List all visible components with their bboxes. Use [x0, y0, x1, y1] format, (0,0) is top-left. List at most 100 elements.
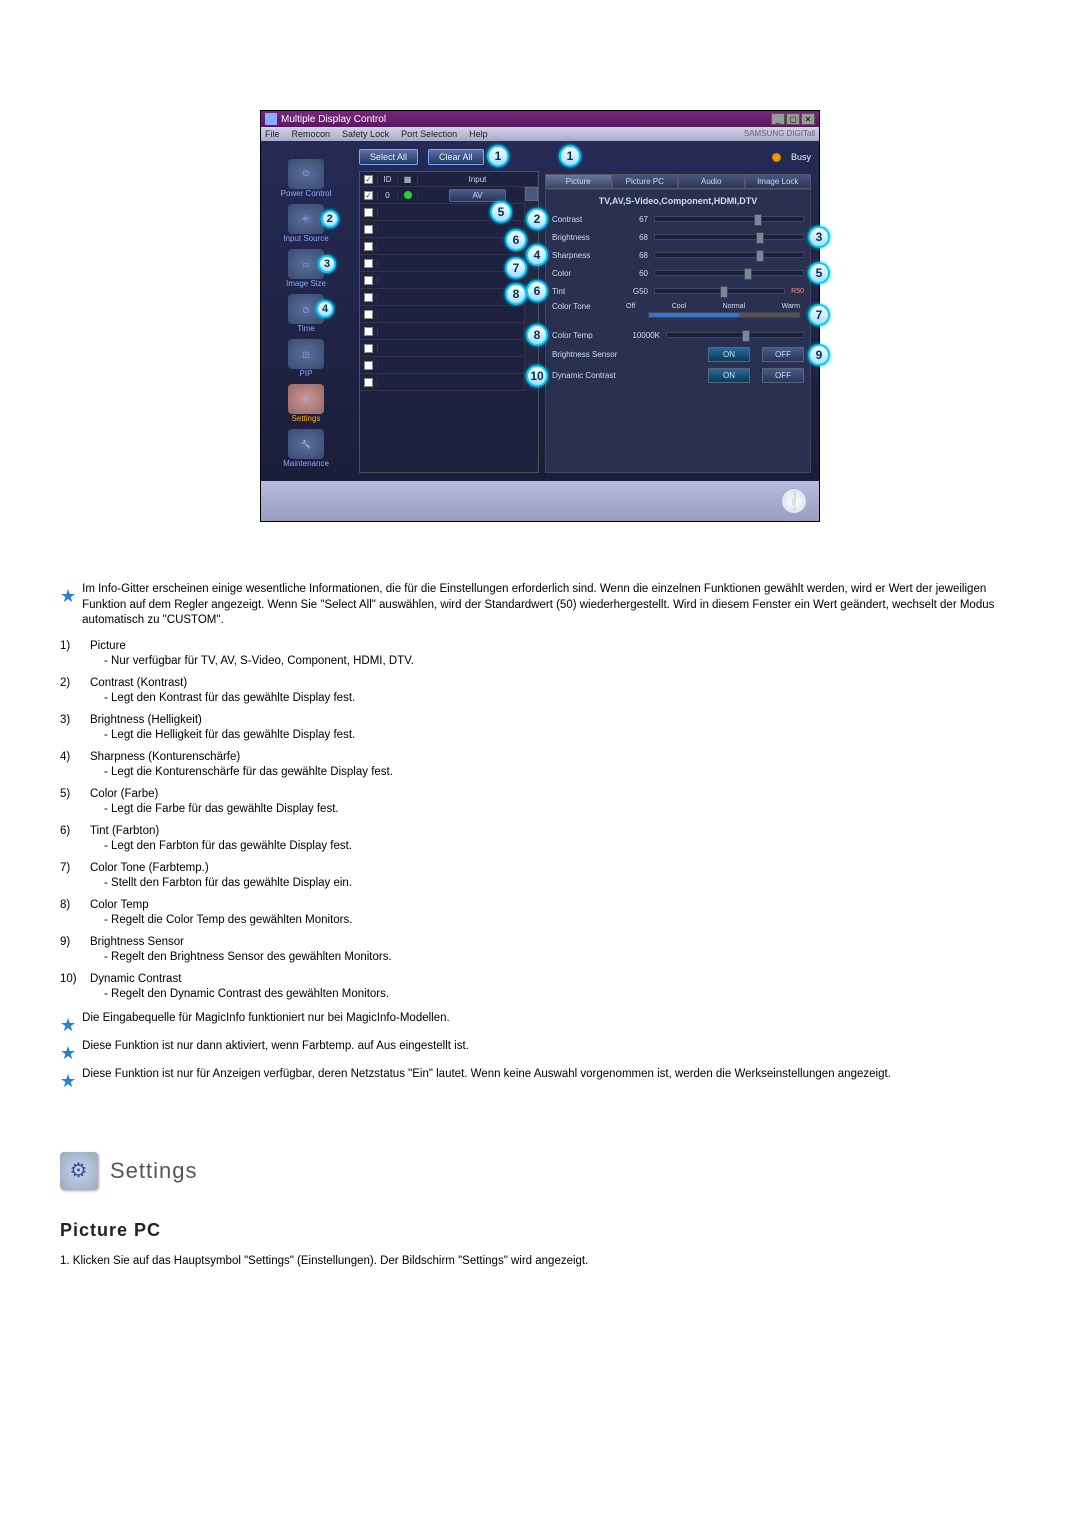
contrast-slider[interactable]	[654, 216, 804, 222]
footnote-3: Diese Funktion ist nur für Anzeigen verf…	[82, 1067, 1020, 1091]
sharpness-slider[interactable]	[654, 252, 804, 258]
tint-slider[interactable]	[654, 288, 785, 294]
menu-safetylock[interactable]: Safety Lock	[342, 129, 389, 139]
tint-value: G50	[622, 287, 648, 296]
row-checkbox[interactable]	[364, 191, 373, 200]
colortemp-value: 10000K	[622, 331, 660, 340]
item-4-title: Sharpness (Konturenschärfe)	[90, 750, 393, 766]
sidebar-pip[interactable]: ◫ PIP	[288, 339, 324, 378]
intro-note: Im Info-Gitter erscheinen einige wesentl…	[82, 582, 1020, 629]
sidebar-settings-label: Settings	[292, 414, 321, 423]
clear-all-button[interactable]: Clear All	[428, 149, 484, 165]
row-checkbox[interactable]	[364, 344, 373, 353]
contrast-label: Contrast	[552, 215, 616, 224]
panel-callout-7: 7	[808, 304, 830, 326]
scroll-up-button[interactable]	[525, 187, 538, 201]
brightness-slider[interactable]	[654, 234, 804, 240]
settings-section-icon: ⚙	[60, 1152, 98, 1190]
callout-7: 7	[505, 257, 527, 279]
bsensor-label: Brightness Sensor	[552, 350, 644, 359]
window-title: Multiple Display Control	[281, 114, 386, 125]
panel-callout-2: 2	[526, 208, 548, 230]
item-5-title: Color (Farbe)	[90, 787, 339, 803]
row-checkbox[interactable]	[364, 276, 373, 285]
color-value: 60	[622, 269, 648, 278]
row-input-select[interactable]: AV	[449, 189, 505, 202]
tint-label: Tint	[552, 287, 616, 296]
sidebar-time[interactable]: ◷ Time 4	[288, 294, 324, 333]
callout-4: 4	[316, 300, 334, 318]
item-3-title: Brightness (Helligkeit)	[90, 713, 355, 729]
color-slider[interactable]	[654, 270, 804, 276]
star-icon: ★	[60, 1041, 76, 1065]
section-subtitle: Picture PC	[60, 1220, 1020, 1241]
tint-r-value: R50	[791, 288, 804, 295]
maximize-button[interactable]: ▢	[786, 113, 800, 125]
sidebar-maintenance[interactable]: 🔧 Maintenance	[283, 429, 329, 468]
bsensor-on-button[interactable]: ON	[708, 347, 750, 362]
panel-callout-4: 4	[526, 244, 548, 266]
item-5-sub: - Legt die Farbe für das gewählte Displa…	[104, 802, 339, 818]
item-2-title: Contrast (Kontrast)	[90, 676, 355, 692]
close-button[interactable]: ✕	[801, 113, 815, 125]
row-checkbox[interactable]	[364, 310, 373, 319]
minimize-button[interactable]: _	[771, 113, 785, 125]
sidebar-maintenance-label: Maintenance	[283, 459, 329, 468]
brightness-value: 68	[622, 233, 648, 242]
grid-row[interactable]: 0 AV	[360, 187, 538, 204]
sidebar-time-label: Time	[297, 324, 314, 333]
help-button[interactable]: ❕	[781, 488, 807, 514]
status-dot-icon	[404, 191, 412, 199]
row-checkbox[interactable]	[364, 293, 373, 302]
panel-callout-3: 3	[808, 226, 830, 248]
maintenance-icon: 🔧	[288, 429, 324, 459]
row-checkbox[interactable]	[364, 208, 373, 217]
item-3-sub: - Legt die Helligkeit für das gewählte D…	[104, 728, 355, 744]
panel-callout-8: 8	[526, 324, 548, 346]
menu-help[interactable]: Help	[469, 129, 488, 139]
tab-picture[interactable]: Picture	[545, 174, 612, 189]
row-checkbox[interactable]	[364, 242, 373, 251]
item-8-sub: - Regelt die Color Temp des gewählten Mo…	[104, 913, 352, 929]
menu-portselection[interactable]: Port Selection	[401, 129, 457, 139]
dcontrast-on-button[interactable]: ON	[708, 368, 750, 383]
panel-callout-9: 9	[808, 344, 830, 366]
bsensor-off-button[interactable]: OFF	[762, 347, 804, 362]
select-all-button[interactable]: Select All	[359, 149, 418, 165]
colortemp-slider[interactable]	[666, 332, 804, 338]
item-2-sub: - Legt den Kontrast für das gewählte Dis…	[104, 691, 355, 707]
info-grid: ID ▦ Input 0 AV	[359, 171, 539, 473]
menu-file[interactable]: File	[265, 129, 280, 139]
callout-6: 6	[505, 229, 527, 251]
item-9-title: Brightness Sensor	[90, 935, 392, 951]
col-status-icon: ▦	[398, 175, 418, 184]
col-input: Input	[418, 175, 538, 184]
panel-callout-6: 6	[526, 280, 548, 302]
col-id: ID	[378, 175, 398, 184]
sidebar-input[interactable]: ⎆ Input Source 2	[283, 204, 328, 243]
menu-remocon[interactable]: Remocon	[292, 129, 331, 139]
power-icon: ⏻	[288, 159, 324, 189]
row-checkbox[interactable]	[364, 327, 373, 336]
contrast-value: 67	[622, 215, 648, 224]
panel-callout-5: 5	[808, 262, 830, 284]
tab-imagelock[interactable]: Image Lock	[745, 174, 812, 189]
tab-picturepc[interactable]: Picture PC	[612, 174, 679, 189]
row-checkbox[interactable]	[364, 361, 373, 370]
item-9-sub: - Regelt den Brightness Sensor des gewäh…	[104, 950, 392, 966]
titlebar: Multiple Display Control _ ▢ ✕	[261, 111, 819, 127]
header-checkbox[interactable]	[364, 175, 373, 184]
row-checkbox[interactable]	[364, 259, 373, 268]
sidebar-image[interactable]: ▭ Image Size 3	[286, 249, 326, 288]
colortone-slider[interactable]	[648, 312, 800, 318]
row-checkbox[interactable]	[364, 378, 373, 387]
tab-audio[interactable]: Audio	[678, 174, 745, 189]
sidebar-input-label: Input Source	[283, 234, 328, 243]
section-paragraph: 1. Klicken Sie auf das Hauptsymbol "Sett…	[60, 1255, 1020, 1267]
callout-5: 5	[490, 201, 512, 223]
dcontrast-off-button[interactable]: OFF	[762, 368, 804, 383]
sidebar-settings[interactable]: ⚙ Settings	[288, 384, 324, 423]
item-8-title: Color Temp	[90, 898, 352, 914]
row-checkbox[interactable]	[364, 225, 373, 234]
sidebar-power[interactable]: ⏻ Power Control	[281, 159, 332, 198]
